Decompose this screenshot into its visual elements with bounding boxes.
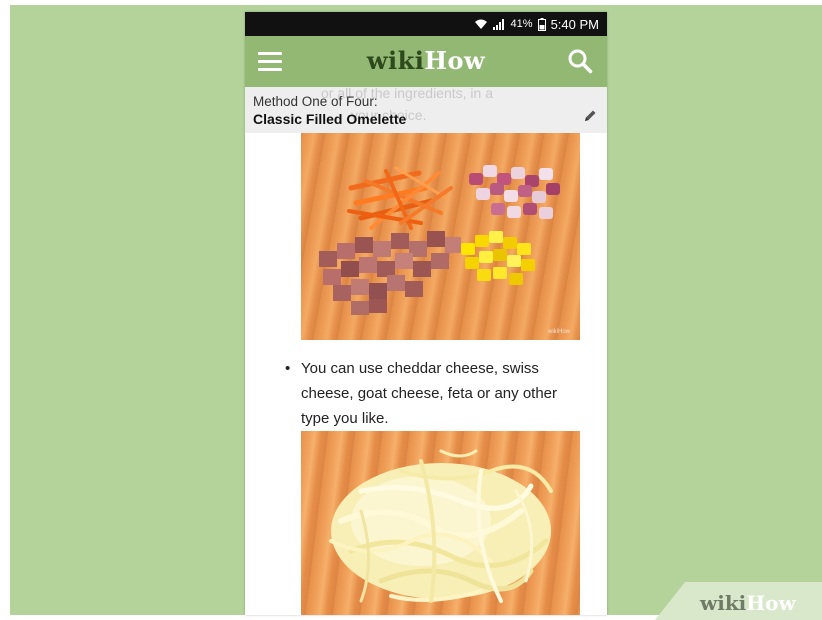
wifi-icon <box>474 19 487 29</box>
shredded-cheese-image <box>301 431 580 615</box>
search-icon[interactable] <box>567 48 593 74</box>
method-header: or all of the ingredients, in a your cho… <box>245 85 607 133</box>
watermark-part-how: How <box>746 591 796 615</box>
shredded-carrots <box>347 166 453 230</box>
status-bar: 41% 5:40 PM <box>245 12 607 36</box>
bullet-marker: • <box>285 360 291 377</box>
battery-percentage: 41% <box>510 18 533 30</box>
app-bar: wikiHow <box>245 36 607 87</box>
wikihow-logo[interactable]: wikiHow <box>245 46 607 75</box>
article-content: wikiHow • You can use cheddar cheese, sw… <box>245 133 607 615</box>
cheese-illustration <box>329 449 553 603</box>
logo-part-how: How <box>424 46 486 75</box>
bullet-text: You can use cheddar cheese, swiss cheese… <box>301 360 558 427</box>
phone-screen: 41% 5:40 PM wikiHow or all of the ingred… <box>245 12 607 615</box>
ingredients-image: wikiHow <box>301 133 580 340</box>
watermark-part-wiki: wiki <box>700 591 747 615</box>
signal-icon <box>492 19 504 30</box>
ingredients-illustration <box>319 165 560 315</box>
clock: 5:40 PM <box>550 16 599 32</box>
diced-peppers <box>461 231 535 285</box>
diced-onions <box>469 165 560 219</box>
method-title: Classic Filled Omelette <box>253 111 407 127</box>
battery-icon <box>537 17 546 31</box>
image-credit: wikiHow <box>547 329 570 335</box>
pencil-icon[interactable] <box>583 109 597 123</box>
method-label: Method One of Four: <box>253 94 378 109</box>
diced-ham <box>319 231 461 315</box>
logo-part-wiki: wiki <box>366 46 425 75</box>
